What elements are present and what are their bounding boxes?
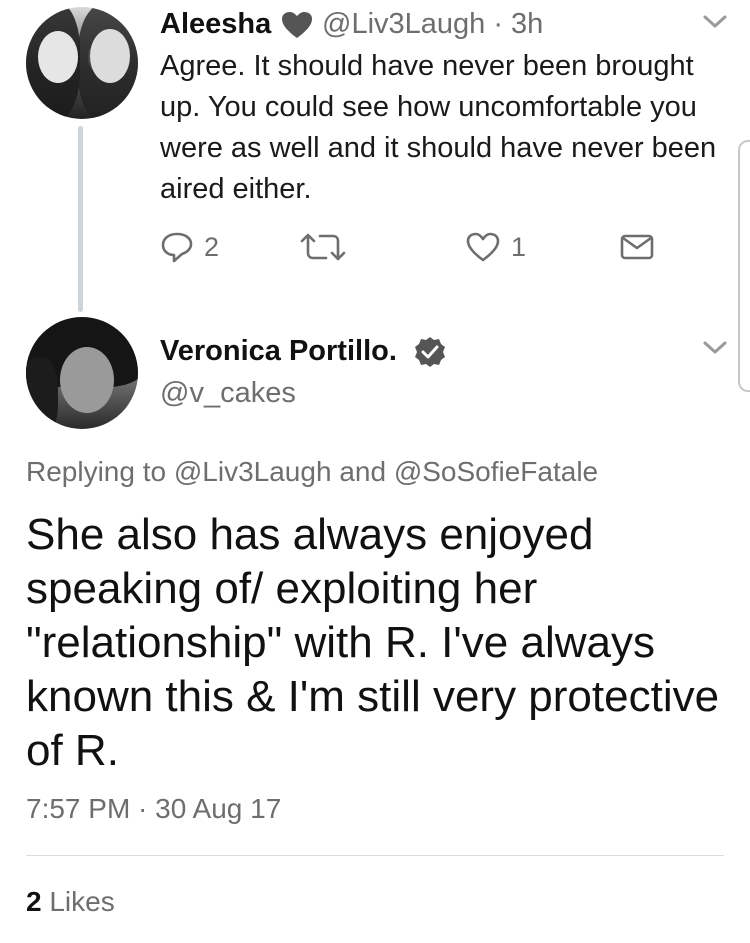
avatar-veronica[interactable] [26,317,138,429]
divider [26,855,724,856]
main-tweet-text: She also has always enjoyed speaking of/… [26,510,720,775]
replying-to-user-link[interactable]: @Liv3Laugh [174,456,332,487]
likes-count: 2 [26,886,42,917]
likes-label: Likes [49,886,115,917]
like-icon [466,232,500,262]
verified-badge-icon [415,337,445,367]
envelope-icon [620,234,654,260]
reply-tweet-text: Agree. It should have never been brought… [160,50,717,205]
direct-message-button[interactable] [620,230,654,264]
reply-author-name[interactable]: Aleesha [160,8,271,41]
reply-count: 2 [204,231,220,262]
replying-to-user-link[interactable]: @SoSofieFatale [394,456,598,487]
avatar-aleesha[interactable] [26,7,138,119]
retweet-button[interactable] [298,230,348,264]
retweet-icon [300,233,346,261]
replying-to-line: Replying to @Liv3Laugh and @SoSofieFatal… [26,456,598,488]
replying-to-and: and [339,456,387,487]
scrollbar[interactable] [738,140,750,392]
tweet-timestamp: 7:57 PM · 30 Aug 17 [26,793,282,824]
main-author-name[interactable]: Veronica Portillo. [160,335,397,368]
reply-author-handle-time[interactable]: @Liv3Laugh · 3h [322,8,543,41]
chevron-down-icon[interactable] [700,338,730,358]
main-author-handle[interactable]: @v_cakes [160,377,296,410]
replying-to-label: Replying to [26,456,167,487]
heart-icon [282,12,312,38]
reply-button[interactable]: 2 [160,230,219,264]
reply-icon [161,232,193,263]
thread-line [78,126,83,312]
like-button[interactable]: 1 [465,230,526,264]
likes-summary[interactable]: 2 Likes [26,886,115,918]
chevron-down-icon[interactable] [700,12,730,32]
like-count: 1 [511,231,527,262]
